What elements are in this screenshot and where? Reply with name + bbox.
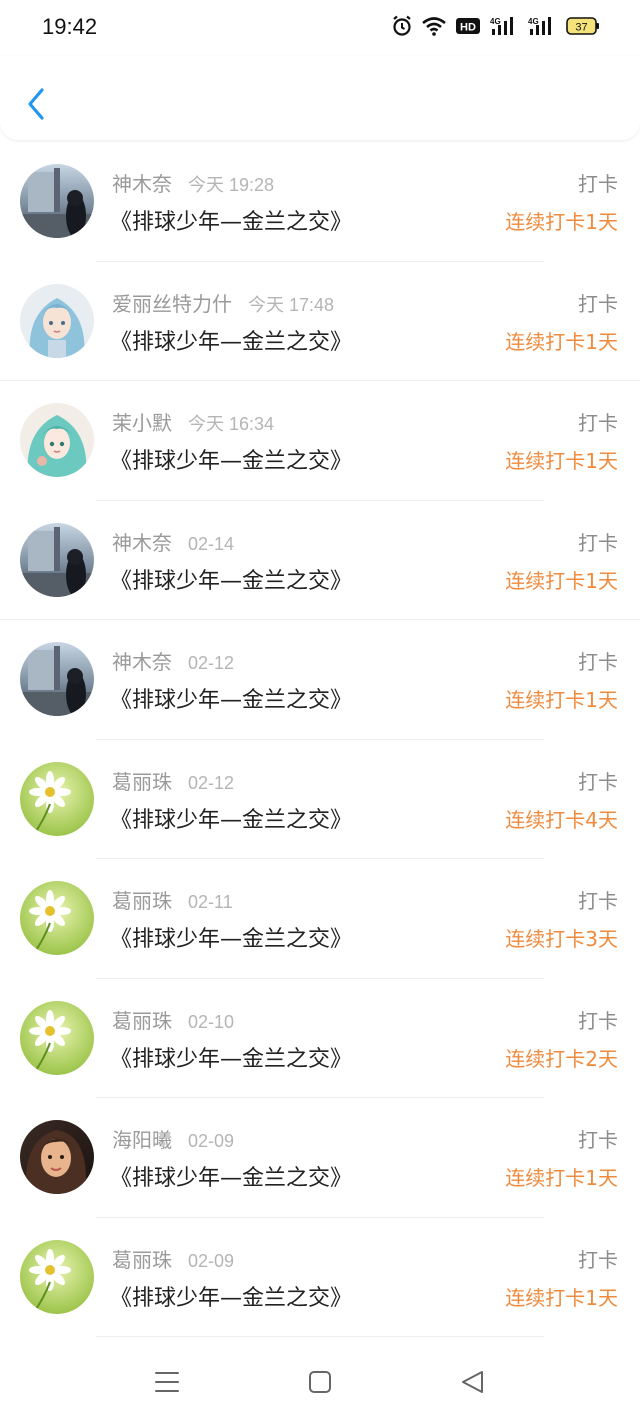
checkin-title: 《排球少年—金兰之交》 (110, 807, 353, 833)
user-name: 葛丽珠 02-11 (112, 889, 233, 913)
divider (96, 1336, 544, 1337)
battery-icon: 37 (566, 17, 599, 35)
chevron-left-icon (28, 88, 44, 120)
status-bar: 19:42 HD 4G 4G 37 (0, 0, 640, 56)
menu-icon (155, 1372, 179, 1392)
checkin-title: 《排球少年—金兰之交》 (110, 568, 353, 594)
checkin-date: 02-12 (188, 772, 235, 793)
home-button[interactable] (308, 1370, 332, 1398)
back-button[interactable] (18, 80, 54, 128)
checkin-date: 02-14 (188, 533, 235, 554)
avatar[interactable] (20, 164, 94, 238)
checkin-action: 打卡 (578, 291, 618, 316)
user-name: 葛丽珠 02-12 (112, 769, 235, 794)
svg-text:HD: HD (460, 22, 476, 34)
checkin-date: 02-09 (188, 1250, 235, 1271)
streak-count: 连续打卡1天 (505, 568, 618, 593)
checkin-title: 《排球少年—金兰之交》 (110, 329, 353, 355)
list-item[interactable]: 葛丽珠 02-09 《排球少年—金兰之交》 打卡 连续打卡1天 (0, 1218, 640, 1337)
menu-button[interactable] (154, 1370, 180, 1398)
checkin-title: 《排球少年—金兰之交》 (110, 1166, 353, 1191)
user-name: 茉小默 今天 16:34 (112, 411, 275, 435)
checkin-action: 打卡 (578, 1247, 618, 1272)
wifi-icon (422, 17, 446, 36)
checkin-list: 神木奈 今天 19:28 《排球少年—金兰之交》 打卡 连续打卡1天 爱丽丝特力什… (0, 142, 640, 1337)
checkin-date: 02-09 (188, 1131, 235, 1151)
status-time: 19:42 (42, 14, 98, 39)
user-name: 葛丽珠 02-09 (112, 1247, 235, 1272)
list-item[interactable]: 神木奈 02-12 《排球少年—金兰之交》 打卡 连续打卡1天 (0, 620, 640, 740)
avatar[interactable] (20, 522, 94, 597)
streak-count: 连续打卡1天 (505, 688, 618, 712)
alarm-icon (393, 15, 411, 36)
user-name: 海阳曦 02-09 (112, 1128, 235, 1152)
user-name: 神木奈 02-12 (112, 650, 235, 674)
checkin-date: 今天 19:28 (188, 175, 275, 195)
home-square-icon (309, 1371, 331, 1393)
streak-count: 连续打卡1天 (505, 1285, 618, 1310)
streak-count: 连续打卡4天 (505, 807, 618, 832)
svg-text:4G: 4G (528, 17, 539, 26)
checkin-title: 《排球少年—金兰之交》 (110, 1046, 353, 1072)
avatar[interactable] (20, 761, 94, 836)
user-name: 葛丽珠 02-10 (112, 1008, 235, 1033)
list-item[interactable]: 神木奈 今天 19:28 《排球少年—金兰之交》 打卡 连续打卡1天 (0, 142, 640, 262)
header (0, 56, 640, 140)
checkin-date: 02-12 (188, 653, 235, 673)
avatar[interactable] (20, 1000, 94, 1075)
avatar[interactable] (20, 1120, 94, 1194)
avatar[interactable] (20, 1239, 94, 1314)
avatar[interactable] (20, 642, 94, 716)
checkin-action: 打卡 (578, 1008, 618, 1033)
checkin-title: 《排球少年—金兰之交》 (110, 927, 353, 952)
status-icons: HD 4G 4G 37 (392, 15, 600, 37)
list-item[interactable]: 海阳曦 02-09 《排球少年—金兰之交》 打卡 连续打卡1天 (0, 1098, 640, 1218)
checkin-action: 打卡 (578, 530, 618, 555)
checkin-date: 02-11 (188, 892, 233, 912)
list-item[interactable]: 葛丽珠 02-10 《排球少年—金兰之交》 打卡 连续打卡2天 (0, 979, 640, 1098)
list-item[interactable]: 神木奈 02-14 《排球少年—金兰之交》 打卡 连续打卡1天 (0, 501, 640, 620)
signal-4g-icon: 4G (490, 17, 513, 35)
streak-count: 连续打卡2天 (505, 1046, 618, 1071)
user-name: 爱丽丝特力什 今天 17:48 (112, 291, 335, 316)
signal-4g-icon: 4G (528, 17, 551, 35)
checkin-date: 今天 16:34 (188, 414, 275, 434)
battery-level: 37 (575, 22, 587, 34)
checkin-date: 今天 17:48 (248, 294, 335, 315)
checkin-action: 打卡 (578, 411, 618, 435)
checkin-title: 《排球少年—金兰之交》 (110, 1285, 353, 1311)
avatar[interactable] (20, 403, 94, 477)
checkin-action: 打卡 (578, 1128, 618, 1152)
user-name: 神木奈 02-14 (112, 530, 235, 555)
system-nav-bar (0, 1340, 640, 1422)
list-item[interactable]: 葛丽珠 02-11 《排球少年—金兰之交》 打卡 连续打卡3天 (0, 859, 640, 979)
checkin-action: 打卡 (578, 172, 618, 196)
back-triangle-icon (462, 1371, 483, 1393)
checkin-action: 打卡 (578, 650, 618, 674)
svg-text:4G: 4G (490, 17, 501, 26)
checkin-title: 《排球少年—金兰之交》 (110, 688, 353, 713)
list-item[interactable]: 茉小默 今天 16:34 《排球少年—金兰之交》 打卡 连续打卡1天 (0, 381, 640, 501)
avatar[interactable] (20, 283, 94, 358)
streak-count: 连续打卡3天 (505, 927, 618, 951)
list-item[interactable]: 爱丽丝特力什 今天 17:48 《排球少年—金兰之交》 打卡 连续打卡1天 (0, 262, 640, 381)
streak-count: 连续打卡1天 (505, 210, 618, 234)
checkin-date: 02-10 (188, 1011, 235, 1032)
avatar[interactable] (20, 881, 94, 955)
streak-count: 连续打卡1天 (505, 449, 618, 473)
back-nav-button[interactable] (460, 1370, 486, 1398)
streak-count: 连续打卡1天 (505, 1166, 618, 1190)
checkin-title: 《排球少年—金兰之交》 (110, 449, 353, 474)
checkin-title: 《排球少年—金兰之交》 (110, 210, 353, 235)
list-item[interactable]: 葛丽珠 02-12 《排球少年—金兰之交》 打卡 连续打卡4天 (0, 740, 640, 859)
checkin-action: 打卡 (578, 889, 618, 913)
hd-icon: HD (456, 18, 480, 34)
checkin-action: 打卡 (578, 769, 618, 794)
user-name: 神木奈 今天 19:28 (112, 172, 275, 196)
streak-count: 连续打卡1天 (505, 329, 618, 354)
